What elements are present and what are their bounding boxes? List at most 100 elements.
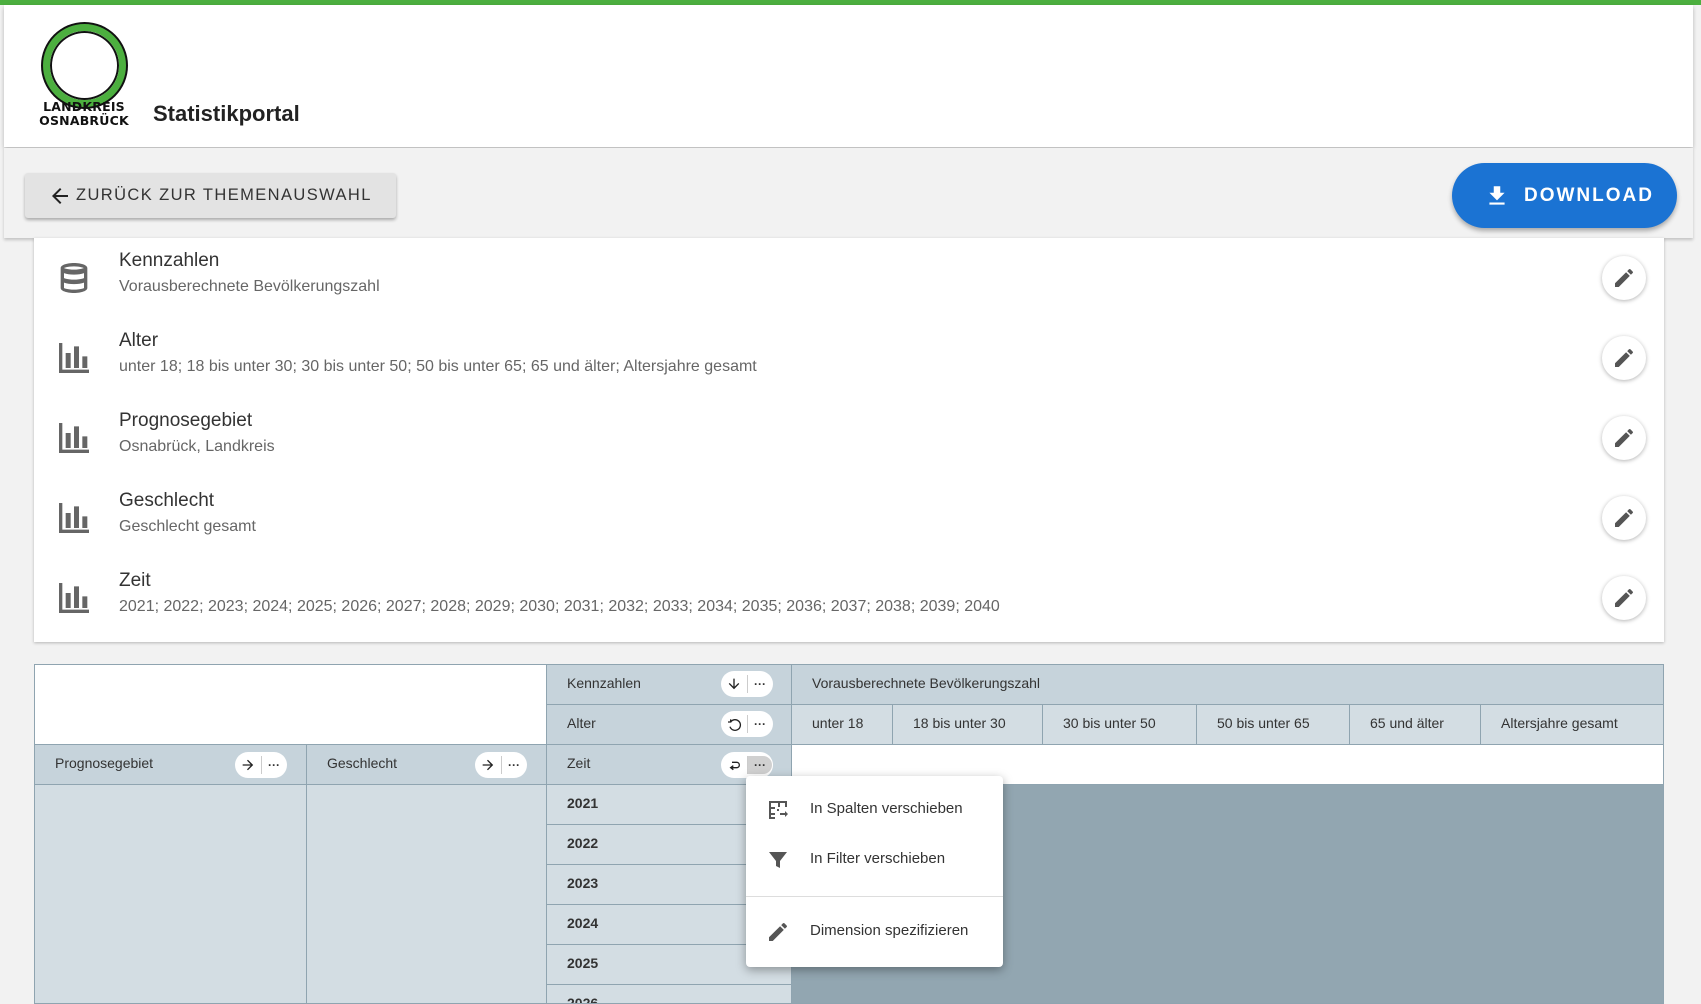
return-arrow-icon[interactable] <box>721 757 747 773</box>
arrow-down-icon[interactable] <box>721 676 747 692</box>
col-dim-kennzahlen[interactable]: Kennzahlen ··· <box>547 665 792 705</box>
edit-geschlecht-button[interactable] <box>1602 496 1646 540</box>
rotate-icon[interactable] <box>721 716 747 732</box>
menu-item-label: In Filter verschieben <box>810 850 946 867</box>
pencil-icon <box>1615 429 1633 447</box>
alter-column-label: Altersjahre gesamt <box>1501 715 1618 731</box>
year-label: 2021 <box>567 795 599 811</box>
kennzahlen-controls: ··· <box>721 671 773 697</box>
dimension-list: Kennzahlen Vorausberechnete Bevölkerungs… <box>34 238 1664 642</box>
filter-icon <box>769 852 787 868</box>
edit-prognosegebiet-button[interactable] <box>1602 416 1646 460</box>
dimension-value: Geschlecht gesamt <box>119 518 256 535</box>
database-icon <box>60 263 88 293</box>
pencil-icon <box>1615 589 1633 607</box>
more-button[interactable]: ··· <box>747 756 772 774</box>
row-dim-prognosegebiet[interactable]: Prognosegebiet ··· <box>35 745 307 785</box>
menu-item-specify-dimension[interactable]: Dimension spezifizieren <box>746 908 1003 956</box>
arrow-right-icon[interactable] <box>235 757 261 773</box>
row-dim-label: Prognosegebiet <box>55 755 154 771</box>
edit-alter-button[interactable] <box>1602 336 1646 380</box>
bar-chart-icon <box>59 423 89 453</box>
menu-item-move-to-filter[interactable]: In Filter verschieben <box>746 836 1003 884</box>
dimension-row-prognosegebiet: Prognosegebiet Osnabrück, Landkreis <box>34 398 1664 478</box>
alter-column-header: 18 bis unter 30 <box>893 705 1043 745</box>
edit-zeit-button[interactable] <box>1602 576 1646 620</box>
more-button[interactable]: ··· <box>261 756 286 774</box>
logo-text-line1: LANDKREIS <box>43 99 125 114</box>
more-button[interactable]: ··· <box>747 715 772 733</box>
pencil-icon <box>769 923 787 941</box>
year-label: 2023 <box>567 875 599 891</box>
menu-item-label: Dimension spezifizieren <box>810 922 969 939</box>
prognosegebiet-body <box>35 785 307 1003</box>
alter-column-header: 50 bis unter 65 <box>1197 705 1350 745</box>
dimension-value: 2021; 2022; 2023; 2024; 2025; 2026; 2027… <box>119 598 1000 615</box>
dimension-context-menu: In Spalten verschieben In Filter verschi… <box>746 776 1003 967</box>
alter-controls: ··· <box>721 711 773 737</box>
app-title: Statistikportal <box>153 101 300 126</box>
dimension-title: Zeit <box>119 570 151 591</box>
landkreis-logo[interactable]: LANDKREIS OSNABRÜCK <box>34 23 134 133</box>
dimension-value: unter 18; 18 bis unter 30; 30 bis unter … <box>119 358 757 375</box>
col-dim-label: Kennzahlen <box>567 675 641 691</box>
arrow-right-icon[interactable] <box>475 757 501 773</box>
prognosegebiet-controls: ··· <box>235 752 287 778</box>
row-dim-geschlecht[interactable]: Geschlecht ··· <box>307 745 547 785</box>
app-header: LANDKREIS OSNABRÜCK Statistikportal <box>4 5 1693 147</box>
download-button-label: DOWNLOAD <box>1524 184 1654 206</box>
alter-column-label: 18 bis unter 30 <box>913 715 1006 731</box>
pencil-icon <box>1615 269 1633 287</box>
alter-column-header: unter 18 <box>792 705 893 745</box>
bar-chart-icon <box>59 343 89 373</box>
more-button[interactable]: ··· <box>747 675 772 693</box>
pencil-icon <box>1615 349 1633 367</box>
download-icon <box>1489 185 1505 205</box>
dimension-row-kennzahlen: Kennzahlen Vorausberechnete Bevölkerungs… <box>34 238 1664 318</box>
geschlecht-body <box>307 785 547 1003</box>
col-dim-alter[interactable]: Alter ··· <box>547 705 792 745</box>
more-button[interactable]: ··· <box>501 756 526 774</box>
back-to-topics-button[interactable]: ZURÜCK ZUR THEMENAUSWAHL <box>25 173 396 218</box>
menu-divider <box>746 896 1003 897</box>
pencil-icon <box>1615 509 1633 527</box>
dimension-value: Osnabrück, Landkreis <box>119 438 275 455</box>
dimension-title: Geschlecht <box>119 490 215 511</box>
row-dim-label: Geschlecht <box>327 755 398 771</box>
year-label: 2026 <box>567 995 599 1004</box>
menu-item-label: In Spalten verschieben <box>810 800 963 817</box>
arrow-left-icon <box>52 187 68 204</box>
alter-column-label: unter 18 <box>812 715 864 731</box>
dimension-value: Vorausberechnete Bevölkerungszahl <box>119 278 380 295</box>
dimension-title: Prognosegebiet <box>119 410 253 431</box>
edit-kennzahlen-button[interactable] <box>1602 256 1646 300</box>
dimension-row-zeit: Zeit 2021; 2022; 2023; 2024; 2025; 2026;… <box>34 558 1664 638</box>
alter-column-header: 65 und älter <box>1350 705 1481 745</box>
bar-chart-icon <box>59 503 89 533</box>
download-button[interactable]: DOWNLOAD <box>1452 163 1677 228</box>
logo-ring-icon <box>43 24 126 107</box>
year-row: 2026 <box>547 985 792 1004</box>
zeit-controls: ··· <box>721 752 773 778</box>
menu-item-move-to-columns[interactable]: In Spalten verschieben <box>746 786 1003 834</box>
geschlecht-controls: ··· <box>475 752 527 778</box>
alter-column-label: 30 bis unter 50 <box>1063 715 1156 731</box>
logo-text-line2: OSNABRÜCK <box>39 113 129 128</box>
kennzahl-header-label: Vorausberechnete Bevölkerungszahl <box>812 675 1041 691</box>
pivot-corner <box>35 665 547 745</box>
dimension-title: Kennzahlen <box>119 250 220 271</box>
year-label: 2025 <box>567 955 599 971</box>
dimension-title: Alter <box>119 330 159 351</box>
table-move-icon <box>769 801 788 819</box>
year-label: 2022 <box>567 835 599 851</box>
col-dim-label: Alter <box>567 715 596 731</box>
alter-column-label: 50 bis unter 65 <box>1217 715 1310 731</box>
bar-chart-icon <box>59 583 89 613</box>
year-label: 2024 <box>567 915 599 931</box>
alter-column-label: 65 und älter <box>1370 715 1444 731</box>
alter-column-header: Altersjahre gesamt <box>1481 705 1663 745</box>
back-button-label: ZURÜCK ZUR THEMENAUSWAHL <box>76 186 372 204</box>
dimension-row-geschlecht: Geschlecht Geschlecht gesamt <box>34 478 1664 558</box>
row-dim-label: Zeit <box>567 755 591 771</box>
toolbar: ZURÜCK ZUR THEMENAUSWAHL DOWNLOAD <box>4 148 1693 238</box>
